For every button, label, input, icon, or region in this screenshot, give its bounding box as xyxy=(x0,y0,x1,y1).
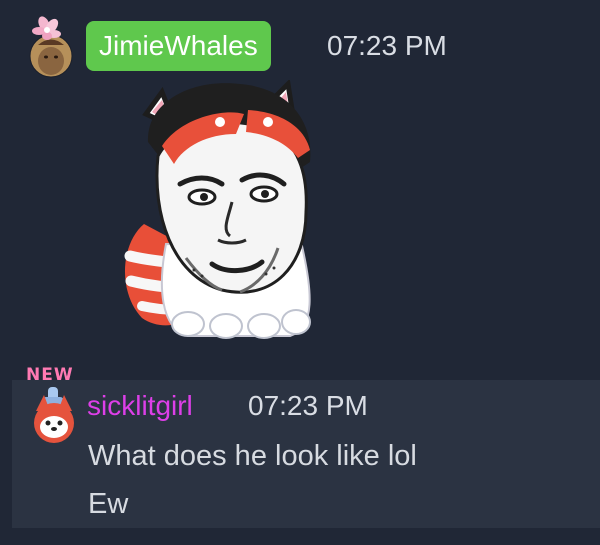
timestamp: 07:23 PM xyxy=(327,30,447,61)
avatar[interactable] xyxy=(26,387,82,443)
chat-screen: JimieWhales 07:23 PM NEW sicklitgirl 07:… xyxy=(0,0,600,545)
avatar-flower-crown-icon xyxy=(29,16,73,78)
message-text: Ew xyxy=(88,488,129,520)
message-text: What does he look like lol xyxy=(88,440,417,472)
timestamp: 07:23 PM xyxy=(248,390,368,421)
new-badge: NEW xyxy=(26,365,74,385)
avatar[interactable] xyxy=(22,12,80,78)
sticker-image[interactable] xyxy=(118,78,336,342)
username-pill[interactable]: JimieWhales xyxy=(86,21,271,71)
red-panda-sticker-icon xyxy=(124,78,311,339)
chat-message[interactable]: JimieWhales 07:23 PM xyxy=(0,0,600,360)
username[interactable]: sicklitgirl xyxy=(87,388,193,424)
avatar-red-panda-icon xyxy=(34,387,74,443)
